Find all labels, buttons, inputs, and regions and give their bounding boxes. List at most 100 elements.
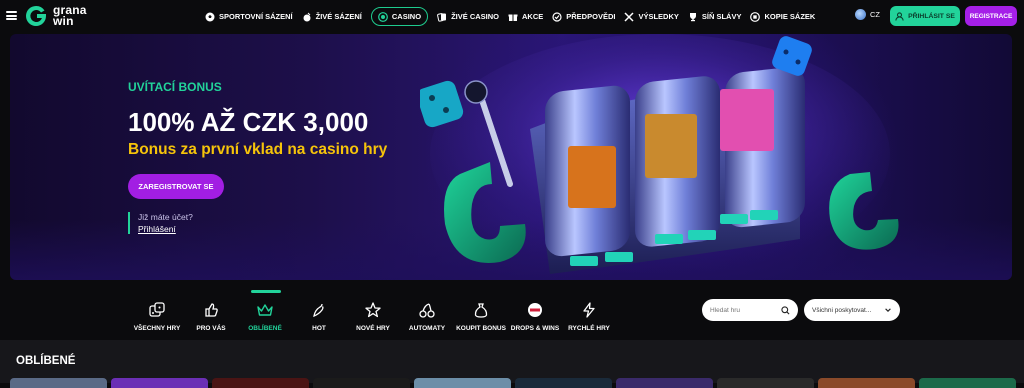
slot-button	[570, 256, 598, 266]
search-icon[interactable]	[781, 305, 790, 315]
tab-label: VŠECHNY HRY	[133, 325, 181, 332]
nav-label: CASINO	[391, 12, 422, 21]
provider-selected: Všichni poskytovat...	[812, 306, 872, 314]
grana-logo-3d-right	[829, 172, 899, 250]
game-thumbnail[interactable]	[818, 378, 915, 388]
nav-promotions[interactable]: AKCE	[508, 7, 543, 26]
logo[interactable]: grana win	[24, 4, 87, 28]
game-thumbnail[interactable]	[313, 378, 410, 388]
slot-symbol-3	[720, 89, 774, 151]
language-selector[interactable]: CZ	[855, 9, 880, 20]
game-thumbnail[interactable]	[717, 378, 814, 388]
slot-button	[720, 214, 748, 224]
die-pip	[783, 49, 789, 55]
tab-label: NOVÉ HRY	[356, 325, 390, 332]
tab-label: HOT	[312, 325, 326, 332]
slot-symbol-2	[645, 114, 697, 178]
nav-label: PŘEDPOVĚDI	[566, 12, 616, 21]
globe-icon	[855, 9, 866, 20]
slot-machine-illustration	[420, 34, 899, 274]
hero-subtitle: Bonus za první vklad na casino hry	[128, 141, 388, 158]
tab-label: PRO VÁS	[196, 325, 226, 332]
tab-drops-wins[interactable]: DROPS & WINS	[508, 290, 562, 336]
chevron-down-icon	[885, 308, 891, 312]
logo-line-2: win	[53, 14, 74, 28]
logo-mark-icon	[26, 5, 46, 27]
tab-favourites[interactable]: OBLÍBENÉ	[238, 290, 292, 336]
game-thumbnail[interactable]	[616, 378, 713, 388]
game-thumbnail[interactable]	[111, 378, 208, 388]
drops-wins-icon	[528, 303, 542, 317]
chili-icon	[313, 303, 324, 318]
tab-label: OBLÍBENÉ	[248, 325, 282, 332]
language-code: CZ	[870, 10, 880, 19]
nav-live-casino[interactable]: ŽIVÉ CASINO	[437, 7, 499, 26]
casino-chip-icon	[377, 11, 388, 22]
football-icon	[205, 12, 215, 21]
hero-kicker: UVÍTACÍ BONUS	[128, 80, 222, 94]
provider-select[interactable]: Všichni poskytovat...	[804, 299, 900, 321]
slot-button	[688, 230, 716, 240]
cherries-icon	[419, 303, 435, 318]
game-category-tabs: VŠECHNY HRY PRO VÁS OBLÍBENÉ HOT NOVÉ HR…	[130, 290, 616, 336]
tab-label: KOUPIT BONUS	[456, 325, 506, 332]
slot-symbol-1	[568, 146, 616, 208]
tab-label: DROPS & WINS	[510, 325, 560, 332]
live-ball-icon	[303, 12, 311, 21]
die-pip	[429, 95, 435, 101]
game-thumbnail[interactable]	[212, 378, 309, 388]
favourites-section: OBLÍBENÉ	[0, 340, 1024, 383]
game-thumbnail[interactable]	[919, 378, 1016, 388]
tab-for-you[interactable]: PRO VÁS	[184, 290, 238, 336]
account-question: Již máte účet?	[138, 212, 193, 222]
top-bar: grana win SPORTOVNÍ SÁZENÍ ŽIVÉ SÁZENÍ C…	[0, 0, 1024, 33]
section-title: OBLÍBENÉ	[16, 355, 76, 367]
nav-results[interactable]: VÝSLEDKY	[624, 7, 679, 26]
register-button[interactable]: REGISTRACE	[965, 6, 1017, 26]
tab-label: AUTOMATY	[408, 325, 446, 332]
tab-quick-games[interactable]: RYCHLÉ HRY	[562, 290, 616, 336]
dice-icon	[149, 302, 165, 317]
login-link[interactable]: Přihlášení	[138, 224, 193, 234]
tab-buy-bonus[interactable]: KOUPIT BONUS	[454, 290, 508, 336]
results-icon	[624, 11, 634, 22]
nav-label: SPORTOVNÍ SÁZENÍ	[219, 12, 293, 21]
predictions-icon	[552, 11, 562, 22]
nav-label: AKCE	[522, 12, 544, 21]
game-thumbnails-row	[10, 378, 1016, 388]
hero-title: 100% AŽ CZK 3,000	[128, 107, 369, 137]
nav-casino[interactable]: CASINO	[370, 7, 429, 26]
register-label: REGISTRACE	[969, 12, 1013, 20]
logo-text: grana win	[53, 4, 87, 28]
nav-predictions[interactable]: PŘEDPOVĚDI	[552, 7, 615, 26]
hero-banner: UVÍTACÍ BONUS 100% AŽ CZK 3,000 Bonus za…	[10, 34, 1012, 280]
tab-new-games[interactable]: NOVÉ HRY	[346, 290, 400, 336]
game-thumbnail[interactable]	[414, 378, 511, 388]
nav-live-betting[interactable]: ŽIVÉ SÁZENÍ	[302, 7, 362, 26]
search-input[interactable]	[710, 306, 780, 314]
menu-icon[interactable]	[6, 11, 17, 20]
nav-label: ŽIVÉ CASINO	[451, 12, 499, 21]
die-pip	[795, 59, 801, 65]
nav-label: VÝSLEDKY	[638, 12, 679, 21]
trophy-icon	[689, 12, 696, 21]
gift-icon	[508, 14, 518, 21]
tab-slots[interactable]: AUTOMATY	[400, 290, 454, 336]
slot-lever-knob	[464, 80, 488, 104]
game-search[interactable]	[702, 299, 798, 321]
slot-button	[750, 210, 778, 220]
login-button[interactable]: PŘIHLÁSIT SE	[890, 6, 960, 26]
tab-all-games[interactable]: VŠECHNY HRY	[130, 290, 184, 336]
tab-hot[interactable]: HOT	[292, 290, 346, 336]
register-cta-button[interactable]: ZAREGISTROVAT SE	[128, 174, 224, 199]
tab-label: RYCHLÉ HRY	[568, 325, 610, 332]
cards-icon	[437, 12, 447, 22]
account-prompt: Již máte účet? Přihlášení	[128, 212, 193, 234]
nav-hall-of-fame[interactable]: SÍŇ SLÁVY	[688, 7, 741, 26]
nav-copy-bets[interactable]: KOPIE SÁZEK	[750, 7, 815, 26]
game-thumbnail[interactable]	[515, 378, 612, 388]
nav-sports-betting[interactable]: SPORTOVNÍ SÁZENÍ	[205, 7, 293, 26]
cta-label: ZAREGISTROVAT SE	[138, 182, 214, 191]
slot-button	[605, 252, 633, 262]
game-thumbnail[interactable]	[10, 378, 107, 388]
